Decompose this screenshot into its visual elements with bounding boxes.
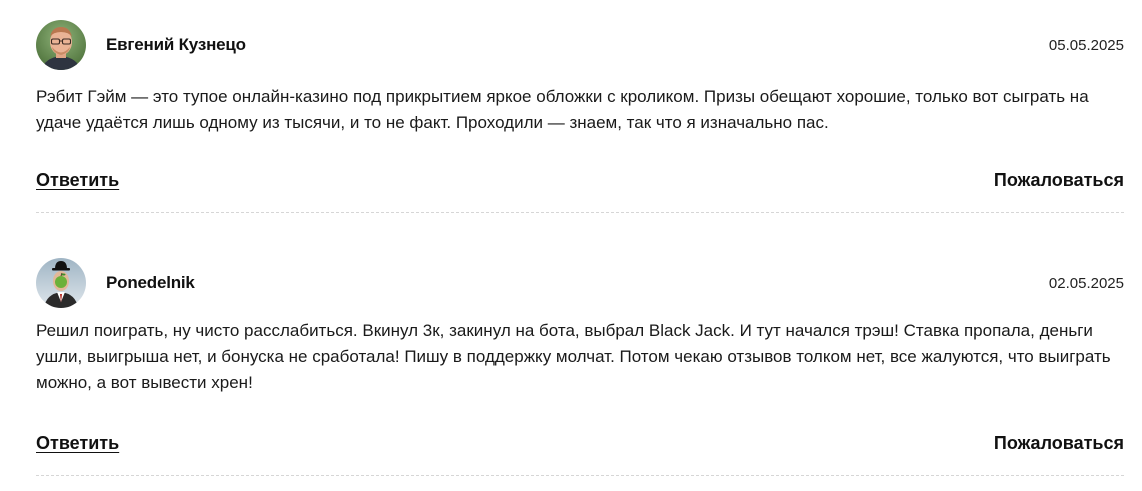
reply-link[interactable]: Ответить xyxy=(36,170,119,191)
divider xyxy=(36,475,1124,476)
report-link[interactable]: Пожаловаться xyxy=(994,170,1124,191)
comment-header: Ponedelnik 02.05.2025 xyxy=(36,258,1124,308)
user-avatar-icon xyxy=(36,258,86,308)
user-photo-icon xyxy=(36,20,86,70)
comment-text: Решил поиграть, ну чисто расслабиться. В… xyxy=(36,321,1111,392)
comment-item: Ponedelnik 02.05.2025 Решил поиграть, ну… xyxy=(36,258,1124,476)
comments-list: Евгений Кузнецо 05.05.2025 Рэбит Гэйм — … xyxy=(0,0,1142,491)
comment-actions: Ответить Пожаловаться xyxy=(36,433,1124,457)
avatar xyxy=(36,20,86,70)
report-link[interactable]: Пожаловаться xyxy=(994,433,1124,454)
comment-actions: Ответить Пожаловаться xyxy=(36,170,1124,194)
comment-author: Евгений Кузнецо xyxy=(106,35,246,54)
comment-author: Ponedelnik xyxy=(106,273,195,292)
comment-header: Евгений Кузнецо 05.05.2025 xyxy=(36,20,1124,70)
comment-item: Евгений Кузнецо 05.05.2025 Рэбит Гэйм — … xyxy=(36,20,1124,213)
divider xyxy=(36,212,1124,213)
avatar xyxy=(36,258,86,308)
comment-date: 05.05.2025 xyxy=(1048,37,1124,54)
reply-link[interactable]: Ответить xyxy=(36,433,119,454)
comment-date: 02.05.2025 xyxy=(1048,275,1124,292)
comment-text: Рэбит Гэйм — это тупое онлайн-казино под… xyxy=(36,87,1089,132)
